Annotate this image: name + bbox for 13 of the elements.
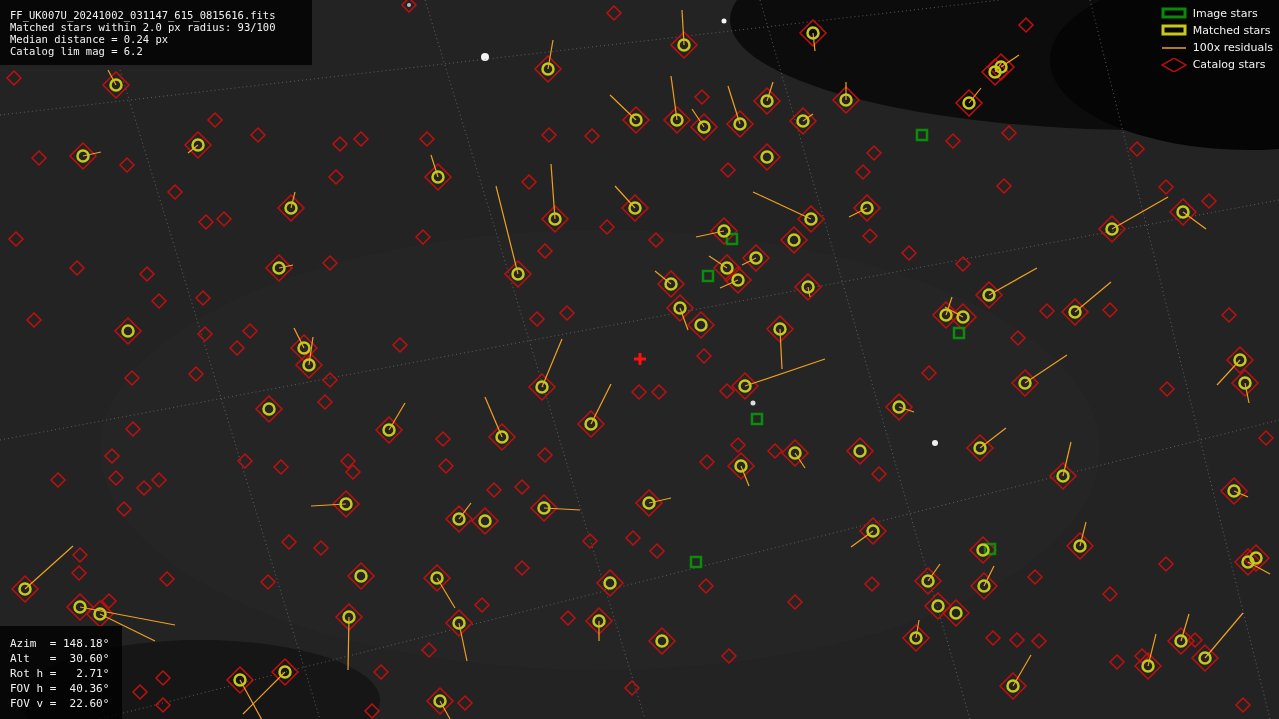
info-text: Catalog lim mag = 6.2 <box>10 45 144 57</box>
pointing-text: Alt = 30.60° <box>10 651 111 666</box>
legend-label: 100x residuals <box>1192 41 1273 54</box>
info-text: Median distance = 0.24 px <box>10 33 170 45</box>
info-text: FF_UK007U_20241002_031147_615_0815616.fits <box>10 9 277 21</box>
pointing-text: Rot h = 2.71° <box>10 666 111 681</box>
info-text: Matched stars within 2.0 px radius: 93/100 <box>10 21 277 33</box>
pointing-text: FOV v = 22.60° <box>10 696 111 711</box>
pointing-text: Azim = 148.18° <box>10 636 111 651</box>
legend-label: Catalog stars <box>1192 58 1266 71</box>
legend-label: Image stars <box>1192 7 1258 20</box>
legend-label: Matched stars <box>1192 24 1271 37</box>
pointing-text: FOV h = 40.36° <box>10 681 111 696</box>
